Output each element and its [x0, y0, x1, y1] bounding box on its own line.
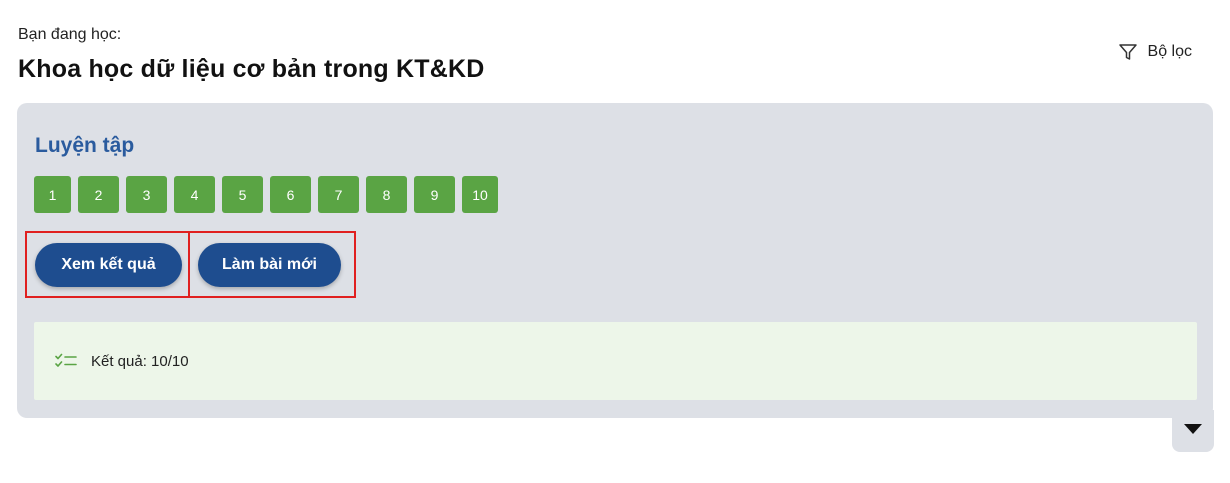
expand-button[interactable] [1172, 410, 1214, 452]
question-button[interactable]: 7 [318, 176, 359, 213]
question-button[interactable]: 9 [414, 176, 455, 213]
practice-title: Luyện tập [35, 134, 135, 157]
checklist-icon [55, 353, 77, 369]
view-results-button[interactable]: Xem kết quả [35, 243, 182, 287]
studying-label: Bạn đang học: [18, 26, 122, 43]
course-title: Khoa học dữ liệu cơ bản trong KT&KD [18, 55, 485, 83]
question-button[interactable]: 3 [126, 176, 167, 213]
filter-label: Bộ lọc [1147, 43, 1192, 60]
question-button[interactable]: 4 [174, 176, 215, 213]
filter-icon [1118, 42, 1138, 62]
filter-button[interactable]: Bộ lọc [1118, 42, 1192, 62]
question-button[interactable]: 8 [366, 176, 407, 213]
question-button[interactable]: 10 [462, 176, 498, 213]
result-text: Kết quả: 10/10 [91, 352, 189, 370]
question-list: 1 2 3 4 5 6 7 8 9 10 [34, 176, 498, 213]
question-button[interactable]: 1 [34, 176, 71, 213]
question-button[interactable]: 5 [222, 176, 263, 213]
caret-down-icon [1183, 422, 1203, 440]
practice-panel: Luyện tập 1 2 3 4 5 6 7 8 9 10 Xem kết q… [17, 103, 1213, 418]
result-box: Kết quả: 10/10 [34, 322, 1197, 400]
question-button[interactable]: 6 [270, 176, 311, 213]
question-button[interactable]: 2 [78, 176, 119, 213]
new-attempt-button[interactable]: Làm bài mới [198, 243, 341, 287]
